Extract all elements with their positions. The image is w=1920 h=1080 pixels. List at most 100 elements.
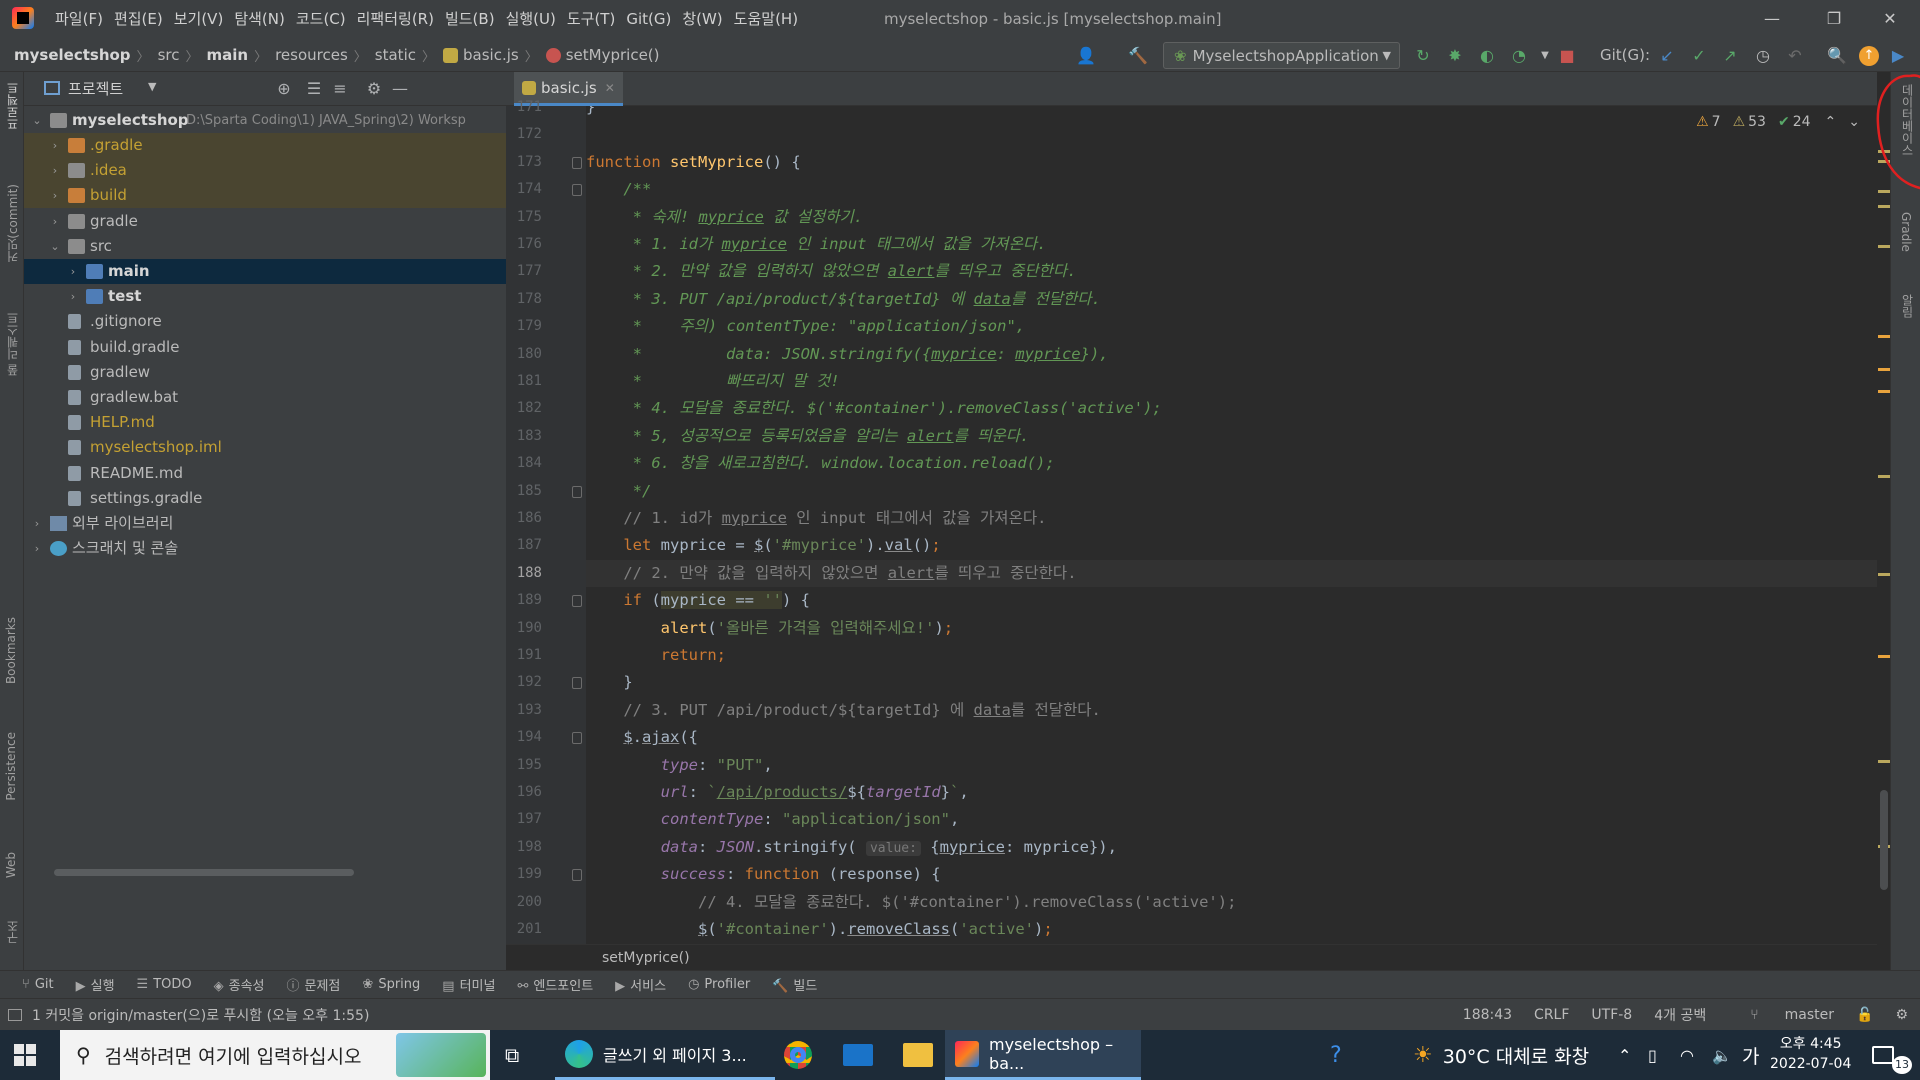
wifi-icon[interactable]: ◠ [1680, 1030, 1694, 1080]
tree-item[interactable]: › main [24, 259, 506, 284]
gear-icon[interactable]: ⚙ [364, 79, 384, 99]
tool-window-endpoints[interactable]: ⚯ 엔드포인트 [517, 975, 593, 994]
chevron-right-icon[interactable]: › [48, 209, 62, 234]
tool-window-run[interactable]: ▶ 실행 [76, 975, 115, 994]
code-editor[interactable]: } function setMyprice() { /** * 숙제! mypri… [586, 106, 1877, 944]
crumb-static[interactable]: static [375, 46, 422, 64]
chevron-up-icon[interactable]: ⌃ [1825, 114, 1837, 130]
menu-item-10[interactable]: 창(W) [681, 0, 732, 38]
code-line[interactable]: contentType: "application/json", [586, 806, 1877, 833]
tree-item[interactable]: › build [24, 183, 506, 209]
tree-item[interactable]: build.gradle [24, 335, 506, 360]
code-line[interactable]: */ [586, 478, 1877, 505]
fold-marker-icon[interactable] [572, 677, 582, 690]
code-line[interactable] [586, 121, 1877, 148]
code-line[interactable]: // 3. PUT /api/product/${targetId} 에 dat… [586, 697, 1877, 724]
clock[interactable]: 오후 4:45 2022-07-04 [1770, 1034, 1851, 1074]
tree-item[interactable]: › 스크래치 및 콘솔 [24, 536, 506, 561]
taskbar-search-box[interactable]: ⚲ 검색하려면 여기에 입력하십시오 [60, 1030, 490, 1080]
crumb-function[interactable]: setMyprice() [566, 46, 666, 64]
coverage-icon[interactable]: ◐ [1477, 46, 1497, 66]
expand-all-icon[interactable]: ☰ [304, 79, 324, 99]
crumb-file[interactable]: basic.js [463, 46, 525, 64]
more-run-chevron-icon[interactable]: ▼ [1535, 46, 1555, 66]
git-history-icon[interactable]: ◷ [1753, 46, 1773, 66]
close-icon[interactable]: ✕ [605, 72, 615, 104]
task-view-icon[interactable]: ⧉ [505, 1030, 533, 1080]
code-line[interactable]: * 2. 만약 값을 입력하지 않았으면 alert를 띄우고 중단한다. [586, 258, 1877, 285]
git-push-icon[interactable]: ↗ [1720, 46, 1740, 66]
menu-item-5[interactable]: 리팩터링(R) [356, 0, 444, 38]
commit-tool-button[interactable]: 커밋(commit) [4, 184, 21, 263]
code-line[interactable]: let myprice = $('#myprice').val(); [586, 532, 1877, 559]
tool-window-problems[interactable]: ⓘ 문제점 [287, 975, 341, 994]
code-line[interactable]: // 2. 만약 값을 입력하지 않았으면 alert를 띄우고 중단한다. [586, 559, 1877, 587]
code-line[interactable]: url: `/api/products/${targetId}`, [586, 779, 1877, 806]
ime-indicator[interactable]: 가 [1742, 1030, 1759, 1080]
tree-item[interactable]: › .gradle [24, 133, 506, 158]
update-icon[interactable]: ↑ [1859, 46, 1879, 66]
chevron-right-icon[interactable]: › [66, 284, 80, 309]
notification-center-icon[interactable]: 13 [1872, 1030, 1912, 1080]
taskbar-app-intellij[interactable]: myselectshop – ba... [945, 1030, 1141, 1080]
code-line[interactable]: * 빠뜨리지 말 것! [586, 368, 1877, 395]
hide-panel-icon[interactable]: — [390, 79, 410, 99]
file-encoding[interactable]: UTF-8 [1591, 1007, 1632, 1023]
tree-root[interactable]: ⌄ myselectshop D:\Sparta Coding\1) JAVA_… [24, 108, 506, 133]
tool-window-todo[interactable]: ☰ TODO [137, 977, 192, 992]
inspection-widget[interactable]: ⚠ 7 ⚠ 53 ✔ 24 ⌃ ⌄ [1696, 114, 1860, 130]
chevron-right-icon[interactable]: › [48, 158, 62, 183]
weather-widget[interactable]: ☀ 30°C 대체로 화창 [1413, 1030, 1589, 1080]
chevron-right-icon[interactable]: › [66, 259, 80, 284]
tool-window-dependencies[interactable]: ◈ 종속성 [214, 975, 265, 994]
tree-item[interactable]: gradlew [24, 360, 506, 385]
menu-item-0[interactable]: 파일(F) [54, 0, 113, 38]
taskbar-app-mail[interactable] [830, 1030, 886, 1080]
tree-item[interactable]: › gradle [24, 209, 506, 234]
code-line[interactable]: * 주의) contentType: "application/json", [586, 313, 1877, 340]
restore-button[interactable]: ❐ [1806, 0, 1862, 38]
taskbar-app-explorer[interactable] [890, 1030, 946, 1080]
code-line[interactable]: } [586, 669, 1877, 696]
lock-icon[interactable]: 🔓 [1856, 1007, 1873, 1023]
menu-item-9[interactable]: Git(G) [625, 0, 681, 38]
tray-chevron-icon[interactable]: ⌃ [1618, 1030, 1631, 1080]
menu-item-11[interactable]: 도움말(H) [733, 0, 808, 38]
collapse-all-icon[interactable]: ≡ [330, 79, 350, 99]
windows-start-icon[interactable] [14, 1044, 36, 1066]
tree-item[interactable]: settings.gradle [24, 486, 506, 511]
code-with-me-icon[interactable]: ▶ [1888, 46, 1908, 66]
editor-breadcrumb-function[interactable]: setMyprice() [602, 950, 690, 966]
code-line[interactable]: alert('올바른 가격을 입력해주세요!'); [586, 615, 1877, 642]
build-hammer-icon[interactable]: 🔨 [1128, 46, 1148, 66]
code-line[interactable]: * 숙제! myprice 값 설정하기. [586, 204, 1877, 231]
crumb-main[interactable]: main [206, 46, 254, 64]
horizontal-scrollbar[interactable] [54, 869, 354, 876]
fold-marker-icon[interactable] [572, 869, 582, 882]
tree-item[interactable]: myselectshop.iml [24, 435, 506, 460]
tree-item[interactable]: › .idea [24, 158, 506, 184]
notifications-tool-button[interactable]: 알림 [1899, 294, 1916, 318]
code-line[interactable]: if (myprice == '') { [586, 587, 1877, 614]
tool-window-terminal[interactable]: ▤ 터미널 [442, 975, 495, 994]
fold-marker-icon[interactable] [572, 595, 582, 608]
tree-item[interactable]: README.md [24, 461, 506, 486]
tree-item[interactable]: .gitignore [24, 309, 506, 334]
crumb-project[interactable]: myselectshop [14, 46, 137, 64]
git-rollback-icon[interactable]: ↶ [1785, 46, 1805, 66]
code-line[interactable]: * 3. PUT /api/product/${targetId} 에 data… [586, 286, 1877, 313]
git-commit-icon[interactable]: ✓ [1689, 46, 1709, 66]
crumb-resources[interactable]: resources [275, 46, 354, 64]
tree-item[interactable]: gradlew.bat [24, 385, 506, 410]
code-line[interactable]: * 6. 창을 새로고침한다. window.location.reload()… [586, 450, 1877, 477]
web-tool-button[interactable]: Web [4, 852, 18, 878]
code-line[interactable]: // 1. id가 myprice 인 input 태그에서 값을 가져온다. [586, 505, 1877, 532]
chevron-down-icon[interactable]: ⌄ [48, 234, 62, 259]
menu-item-6[interactable]: 빌드(B) [444, 0, 505, 38]
menu-item-1[interactable]: 편집(E) [113, 0, 173, 38]
locate-file-icon[interactable]: ⊕ [274, 79, 294, 99]
code-line[interactable]: return; [586, 642, 1877, 669]
battery-icon[interactable]: ▯ [1648, 1030, 1657, 1080]
chevron-right-icon[interactable]: › [30, 511, 44, 536]
tool-window-build[interactable]: 🔨 빌드 [772, 975, 817, 994]
